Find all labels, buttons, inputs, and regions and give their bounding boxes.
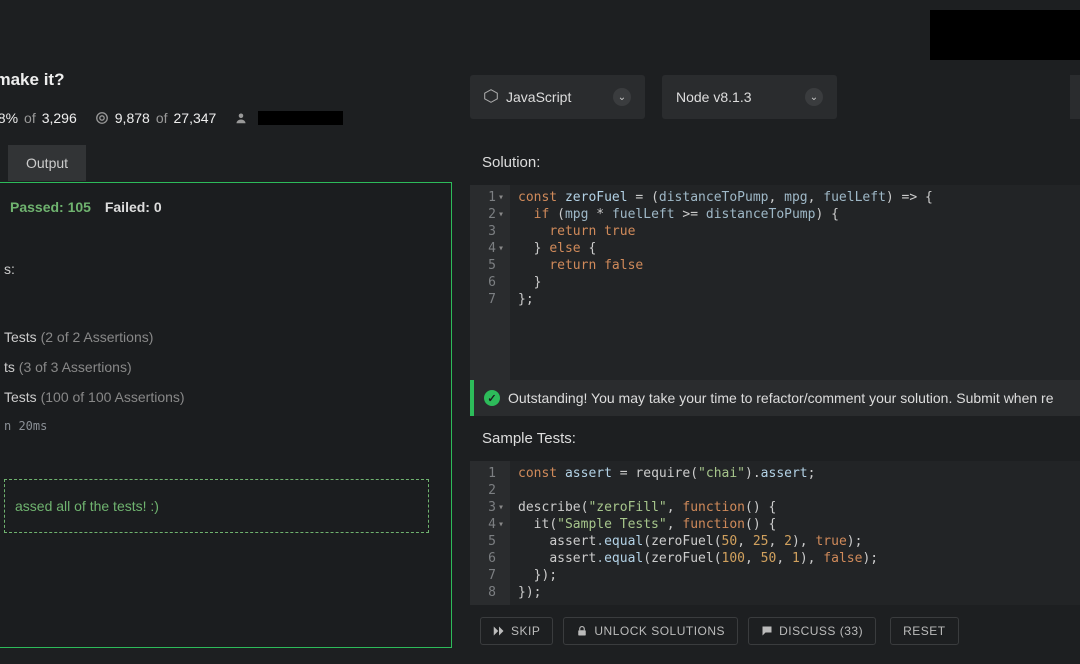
- fold-icon[interactable]: ▾: [498, 516, 504, 533]
- pass-count: 9,878: [115, 110, 150, 126]
- chevron-down-icon: ⌄: [805, 88, 823, 106]
- test-name: Tests: [4, 389, 41, 405]
- tab-output[interactable]: Output: [8, 145, 86, 181]
- runtime-label: Node v8.1.3: [676, 89, 752, 105]
- unlock-solutions-button[interactable]: UNLOCK SOLUTIONS: [563, 617, 738, 645]
- right-panel-edge: [1070, 75, 1080, 119]
- author-redacted: [258, 111, 343, 125]
- test-group[interactable]: Tests (2 of 2 Assertions): [4, 329, 437, 345]
- line-number: 3: [488, 499, 496, 516]
- target-icon: [95, 111, 109, 125]
- lock-icon: [576, 625, 588, 637]
- total-2: 27,347: [174, 110, 217, 126]
- javascript-icon: [484, 89, 498, 106]
- sample-tests-editor[interactable]: 1▾ 2▾ 3▾ 4▾ 5▾ 6▾ 7▾ 8▾ const assert = r…: [470, 461, 1080, 605]
- success-banner: ✓ Outstanding! You may take your time to…: [470, 380, 1080, 416]
- skip-button[interactable]: SKIP: [480, 617, 553, 645]
- test-assertions: (2 of 2 Assertions): [41, 329, 154, 345]
- code-area[interactable]: const assert = require("chai").assert; d…: [510, 461, 1080, 605]
- line-number: 4: [488, 240, 496, 257]
- line-number: 2: [488, 482, 496, 499]
- chevron-down-icon: ⌄: [613, 88, 631, 106]
- line-number: 6: [488, 274, 496, 291]
- kata-stats: 88% of 3,296 9,878 of 27,347: [0, 110, 343, 126]
- reset-button[interactable]: RESET: [890, 617, 959, 645]
- gutter: 1▾ 2▾ 3▾ 4▾ 5▾ 6▾ 7▾ 8▾: [470, 461, 510, 605]
- test-name: ts: [4, 359, 19, 375]
- button-label: RESET: [903, 624, 946, 638]
- runtime-dropdown[interactable]: Node v8.1.3 ⌄: [662, 75, 837, 119]
- line-number: 5: [488, 257, 496, 274]
- action-bar: SKIP UNLOCK SOLUTIONS DISCUSS (33) RESET: [470, 605, 1080, 645]
- pass-percent: 88%: [0, 110, 18, 126]
- results-panel: Passed: 105 Failed: 0 s: Tests (2 of 2 A…: [0, 182, 452, 648]
- fold-icon[interactable]: ▾: [498, 499, 504, 516]
- test-group[interactable]: Tests (100 of 100 Assertions): [4, 389, 437, 405]
- button-label: SKIP: [511, 624, 540, 638]
- test-assertions: (3 of 3 Assertions): [19, 359, 132, 375]
- comment-icon: [761, 625, 773, 637]
- language-label: JavaScript: [506, 89, 571, 105]
- language-dropdown[interactable]: JavaScript ⌄: [470, 75, 645, 119]
- discuss-button[interactable]: DISCUSS (33): [748, 617, 876, 645]
- line-number: 8: [488, 584, 496, 601]
- gutter: 1▾ 2▾ 3▾ 4▾ 5▾ 6▾ 7▾: [470, 185, 510, 380]
- check-icon: ✓: [484, 390, 500, 406]
- banner-text: Outstanding! You may take your time to r…: [508, 390, 1054, 406]
- all-tests-passed-banner: assed all of the tests! :): [4, 479, 429, 533]
- solution-editor[interactable]: 1▾ 2▾ 3▾ 4▾ 5▾ 6▾ 7▾ const zeroFuel = (d…: [470, 185, 1080, 380]
- fast-forward-icon: [493, 625, 505, 637]
- results-summary: Passed: 105 Failed: 0: [4, 199, 437, 215]
- line-number: 5: [488, 533, 496, 550]
- total-1: 3,296: [42, 110, 77, 126]
- test-name: Tests: [4, 329, 41, 345]
- test-assertions: (100 of 100 Assertions): [41, 389, 185, 405]
- line-number: 4: [488, 516, 496, 533]
- test-group[interactable]: ts (3 of 3 Assertions): [4, 359, 437, 375]
- code-area[interactable]: const zeroFuel = (distanceToPump, mpg, f…: [510, 185, 1080, 380]
- line-number: 2: [488, 206, 496, 223]
- top-black-box: [930, 10, 1080, 60]
- fold-icon[interactable]: ▾: [498, 240, 504, 257]
- line-number: 1: [488, 465, 496, 482]
- line-number: 7: [488, 291, 496, 308]
- results-section-header: s:: [4, 261, 437, 277]
- of-label-1: of: [24, 110, 36, 126]
- fold-icon[interactable]: ▾: [498, 189, 504, 206]
- user-icon: [234, 111, 248, 125]
- kata-title: ou make it?: [0, 70, 64, 90]
- fold-icon[interactable]: ▾: [498, 206, 504, 223]
- line-number: 7: [488, 567, 496, 584]
- completed-time: n 20ms: [4, 419, 437, 433]
- of-label-2: of: [156, 110, 168, 126]
- line-number: 1: [488, 189, 496, 206]
- line-number: 3: [488, 223, 496, 240]
- sample-tests-header: Sample Tests:: [470, 416, 1080, 461]
- failed-count: Failed: 0: [105, 199, 162, 215]
- editor-column: Solution: 1▾ 2▾ 3▾ 4▾ 5▾ 6▾ 7▾ const zer…: [470, 140, 1080, 645]
- button-label: UNLOCK SOLUTIONS: [594, 624, 725, 638]
- solution-header: Solution:: [470, 140, 1080, 185]
- passed-count: Passed: 105: [10, 199, 91, 215]
- line-number: 6: [488, 550, 496, 567]
- button-label: DISCUSS (33): [779, 624, 863, 638]
